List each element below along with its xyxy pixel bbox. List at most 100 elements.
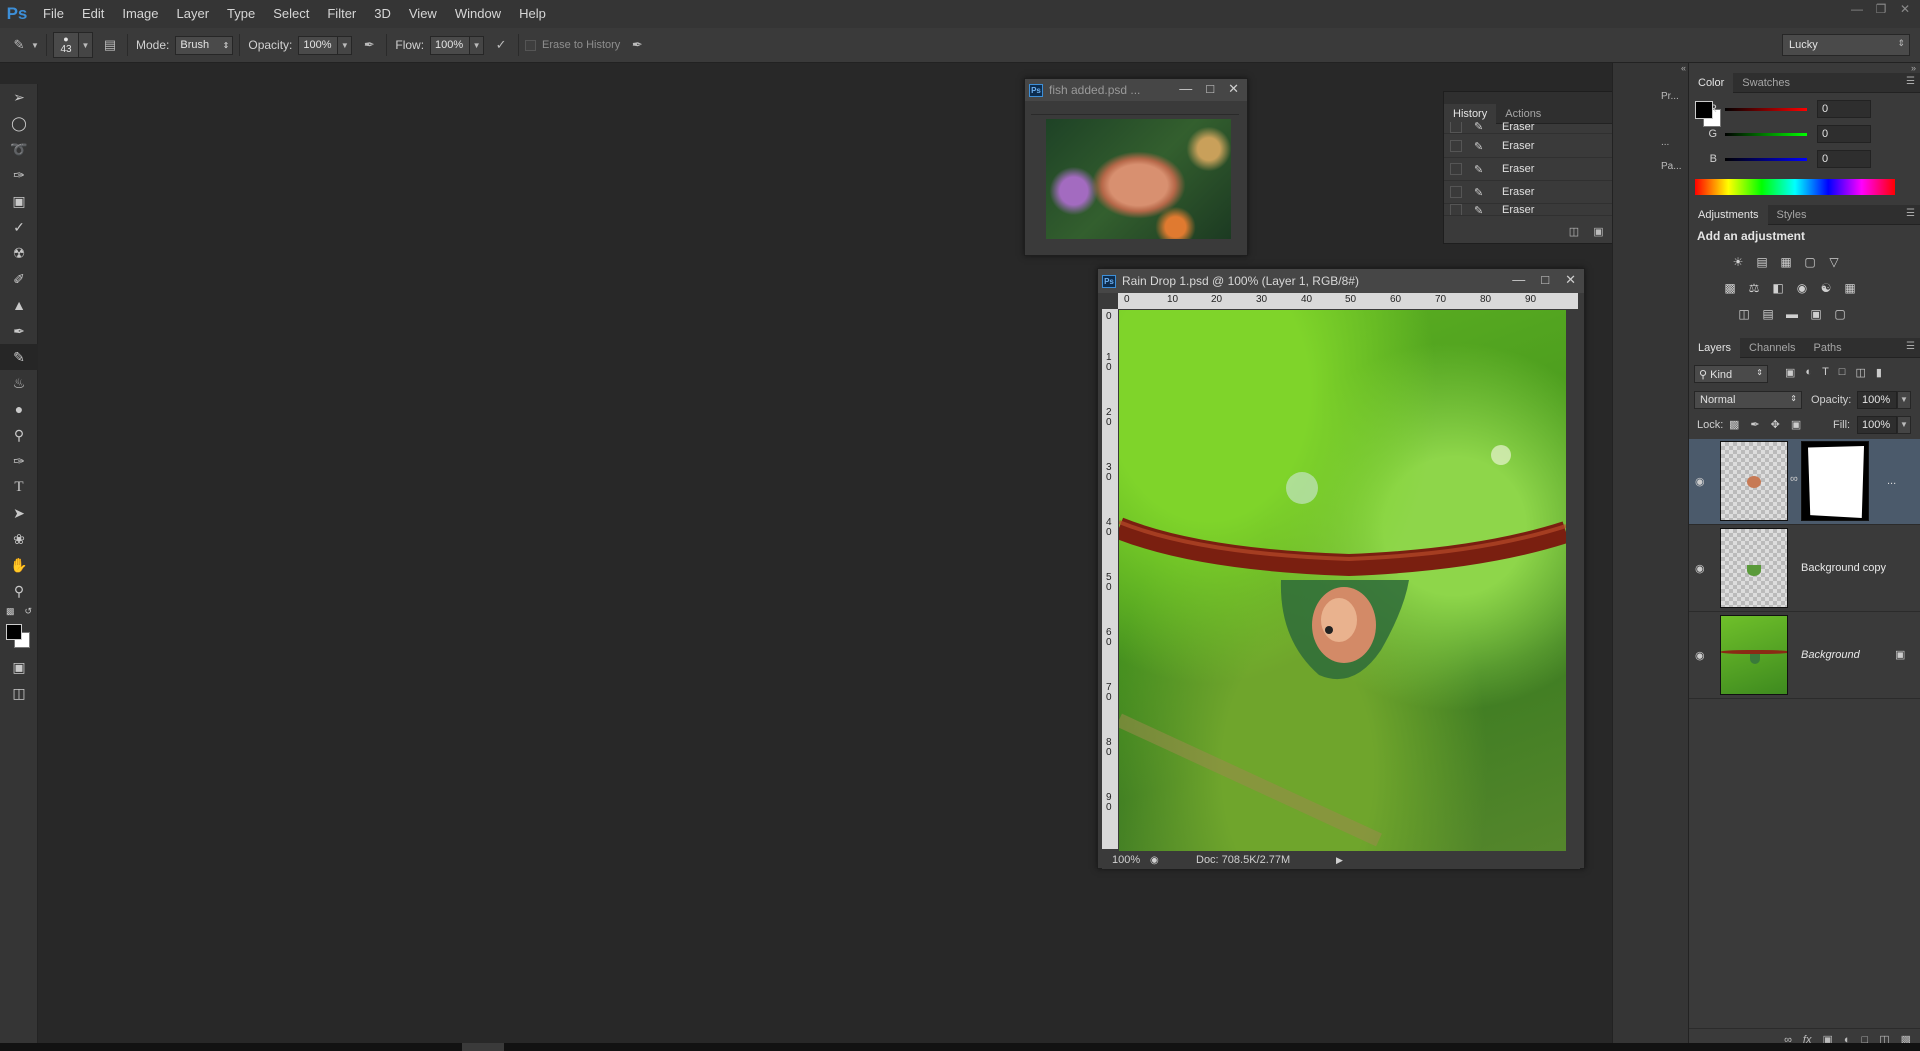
healing-icon[interactable]: ☢ [0,240,38,266]
history-item[interactable]: ✎ Eraser [1444,135,1640,158]
menu-select[interactable]: Select [264,0,318,28]
lock-position-icon[interactable]: ✥ [1771,418,1780,431]
tab-history[interactable]: History [1444,103,1497,124]
visibility-eye-icon[interactable]: ◉ [1695,649,1711,662]
tab-swatches[interactable]: Swatches [1733,73,1799,93]
document-title-bar[interactable]: Ps Rain Drop 1.psd @ 100% (Layer 1, RGB/… [1098,269,1584,293]
lasso-icon[interactable]: ➰ [0,136,38,162]
menu-file[interactable]: File [34,0,73,28]
menu-edit[interactable]: Edit [73,0,113,28]
quick-select-icon[interactable]: ✑ [0,162,38,188]
maximize-icon[interactable]: □ [1206,81,1214,97]
close-icon[interactable]: ✕ [1898,2,1912,16]
eraser-icon[interactable]: ✎ [0,344,38,370]
collapsed-panel-3[interactable]: Pa... [1661,161,1682,172]
flow-dropdown[interactable]: ▼ [470,35,485,55]
brush-icon[interactable]: ✐ [0,266,38,292]
brightness-icon[interactable]: ☀ [1729,253,1747,271]
history-item[interactable]: ✎ Eraser [1444,158,1640,181]
layer-mask-thumbnail[interactable] [1801,441,1869,521]
eyedropper-icon[interactable]: ✓ [0,214,38,240]
green-slider[interactable] [1725,132,1807,136]
move-icon[interactable]: ➢ [0,84,38,110]
dock-collapse-icon[interactable]: » [1911,63,1916,73]
eraser-preset-icon[interactable]: ✎ [8,34,30,56]
tab-paths[interactable]: Paths [1805,338,1851,358]
smart-object-filter-icon[interactable]: ◫ [1855,366,1865,379]
zoom-level[interactable]: 100% [1112,854,1150,866]
type-filter-icon[interactable]: T [1822,366,1829,379]
minimize-icon[interactable]: — [1512,272,1525,288]
tab-color[interactable]: Color [1689,72,1734,93]
vibrance-icon[interactable]: ▽ [1825,253,1843,271]
color-spectrum-bar[interactable] [1695,179,1895,195]
layer-row-background-copy[interactable]: ◉ Background copy [1689,526,1920,612]
tab-styles[interactable]: Styles [1768,205,1816,225]
layer-name[interactable]: Background copy [1801,562,1886,574]
menu-type[interactable]: Type [218,0,264,28]
default-colors-icon[interactable]: ▩ ↺ [0,604,38,618]
shape-filter-icon[interactable]: □ [1839,366,1846,379]
posterize-icon[interactable]: ▤ [1759,305,1777,323]
collapsed-panel-1[interactable]: Pr... [1661,91,1679,102]
opacity-input[interactable]: 100% [298,35,339,55]
layer-name[interactable]: Background [1801,649,1860,661]
visibility-eye-icon[interactable]: ◉ [1695,562,1711,575]
quick-mask-icon[interactable]: ▣ [0,654,38,680]
layer-opacity-input[interactable]: 100% [1857,391,1897,409]
filter-toggle-icon[interactable]: ▮ [1876,366,1882,379]
marquee-icon[interactable]: ◯ [0,110,38,136]
lock-pixels-icon[interactable]: ✒ [1750,418,1759,431]
tab-actions[interactable]: Actions [1496,104,1550,124]
threshold-icon[interactable]: ▬ [1783,305,1801,323]
zoom-icon[interactable]: ⚲ [0,578,38,604]
black-white-icon[interactable]: ◧ [1769,279,1787,297]
dodge-icon[interactable]: ⚲ [0,422,38,448]
horizontal-ruler[interactable]: 0 10 20 30 40 50 60 70 80 90 [1118,293,1578,309]
airbrush-icon[interactable]: ✓ [490,34,512,56]
history-item[interactable]: ✎ Eraser [1444,122,1640,134]
crop-icon[interactable]: ▣ [0,188,38,214]
minimize-icon[interactable]: — [1179,81,1192,97]
status-options-icon[interactable]: ◉ [1150,855,1166,866]
status-menu-arrow-icon[interactable]: ▶ [1336,855,1343,866]
hand-icon[interactable]: ✋ [0,552,38,578]
blue-input[interactable]: 0 [1817,150,1871,168]
selective-color-icon[interactable]: ▣ [1807,305,1825,323]
layer-opacity-dropdown[interactable]: ▼ [1897,391,1911,409]
tab-channels[interactable]: Channels [1740,338,1804,358]
visibility-eye-icon[interactable]: ◉ [1695,475,1711,488]
hue-saturation-icon[interactable]: ▩ [1721,279,1739,297]
photo-filter-icon[interactable]: ◉ [1793,279,1811,297]
chain-link-icon[interactable]: ∞ [1790,473,1798,485]
tab-adjustments[interactable]: Adjustments [1689,204,1768,225]
brush-size-picker[interactable]: ● 43 [53,32,79,58]
lock-all-icon[interactable]: ▣ [1791,418,1801,431]
red-input[interactable]: 0 [1817,100,1871,118]
adjustment-filter-icon[interactable]: ◐ [1805,366,1812,379]
chevron-down-icon[interactable]: ▼ [30,34,40,56]
foreground-color[interactable] [6,624,22,640]
layer-row-background[interactable]: ◉ Background ▣ [1689,613,1920,699]
path-select-icon[interactable]: ➤ [0,500,38,526]
opacity-dropdown[interactable]: ▼ [338,35,353,55]
mode-select[interactable]: Brush ⇕ [175,35,234,55]
flow-input[interactable]: 100% [430,35,471,55]
pressure-opacity-icon[interactable]: ✒ [358,34,380,56]
image-canvas[interactable] [1119,310,1566,851]
layer-row-layer-1[interactable]: ◉ ∞ ... [1689,439,1920,525]
history-item[interactable]: ✎ Eraser [1444,181,1640,204]
document-title-bar[interactable]: Ps fish added.psd ... — □ ✕ [1025,79,1247,101]
blend-mode-select[interactable]: Normal ⇕ [1694,391,1802,409]
history-brush-icon[interactable]: ✒ [0,318,38,344]
brush-size-dropdown[interactable]: ▼ [79,32,93,58]
fg-color-swatch[interactable] [1695,101,1713,119]
menu-window[interactable]: Window [446,0,510,28]
type-icon[interactable]: T [0,474,38,500]
clone-stamp-icon[interactable]: ▲ [0,292,38,318]
gradient-map-icon[interactable]: ▢ [1831,305,1849,323]
channel-mixer-icon[interactable]: ☯ [1817,279,1835,297]
fill-input[interactable]: 100% [1857,416,1897,434]
curves-icon[interactable]: ▦ [1777,253,1795,271]
exposure-icon[interactable]: ▢ [1801,253,1819,271]
